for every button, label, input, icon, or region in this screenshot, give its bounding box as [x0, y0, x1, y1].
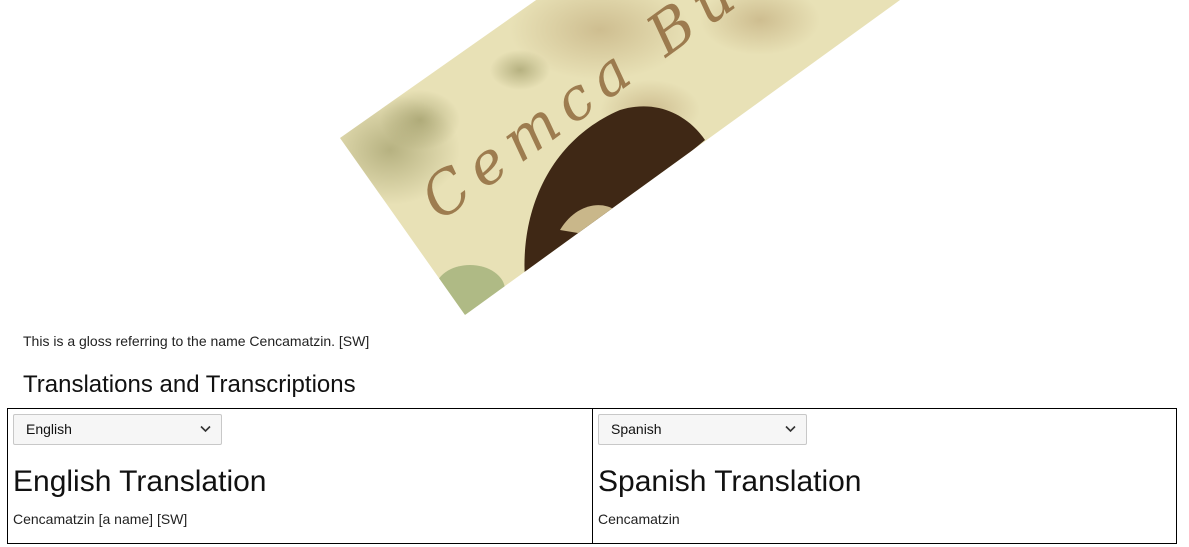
- section-title: Translations and Transcriptions: [23, 371, 356, 398]
- translation-panel-english: English English Translation Cencamatzin …: [8, 409, 592, 543]
- language-select-value: English: [26, 421, 72, 437]
- language-select[interactable]: English: [13, 414, 222, 445]
- translation-heading: English Translation: [13, 465, 267, 498]
- translations-table: English English Translation Cencamatzin …: [7, 408, 1177, 544]
- image-caption: This is a gloss referring to the name Ce…: [23, 333, 370, 349]
- translation-heading: Spanish Translation: [598, 465, 862, 498]
- manuscript-image: Cemca Bu: [0, 0, 1189, 320]
- language-select-value: Spanish: [611, 421, 662, 437]
- manuscript-fragment: Cemca Bu: [340, 0, 900, 315]
- chevron-down-icon: [200, 425, 211, 433]
- chevron-down-icon: [785, 425, 796, 433]
- page: Cemca Bu This is a gloss referring to th…: [0, 0, 1189, 547]
- translation-text: Cencamatzin [a name] [SW]: [13, 511, 188, 527]
- translation-panel-spanish: Spanish Spanish Translation Cencamatzin: [592, 409, 1176, 543]
- language-select[interactable]: Spanish: [598, 414, 807, 445]
- translation-text: Cencamatzin: [598, 511, 680, 527]
